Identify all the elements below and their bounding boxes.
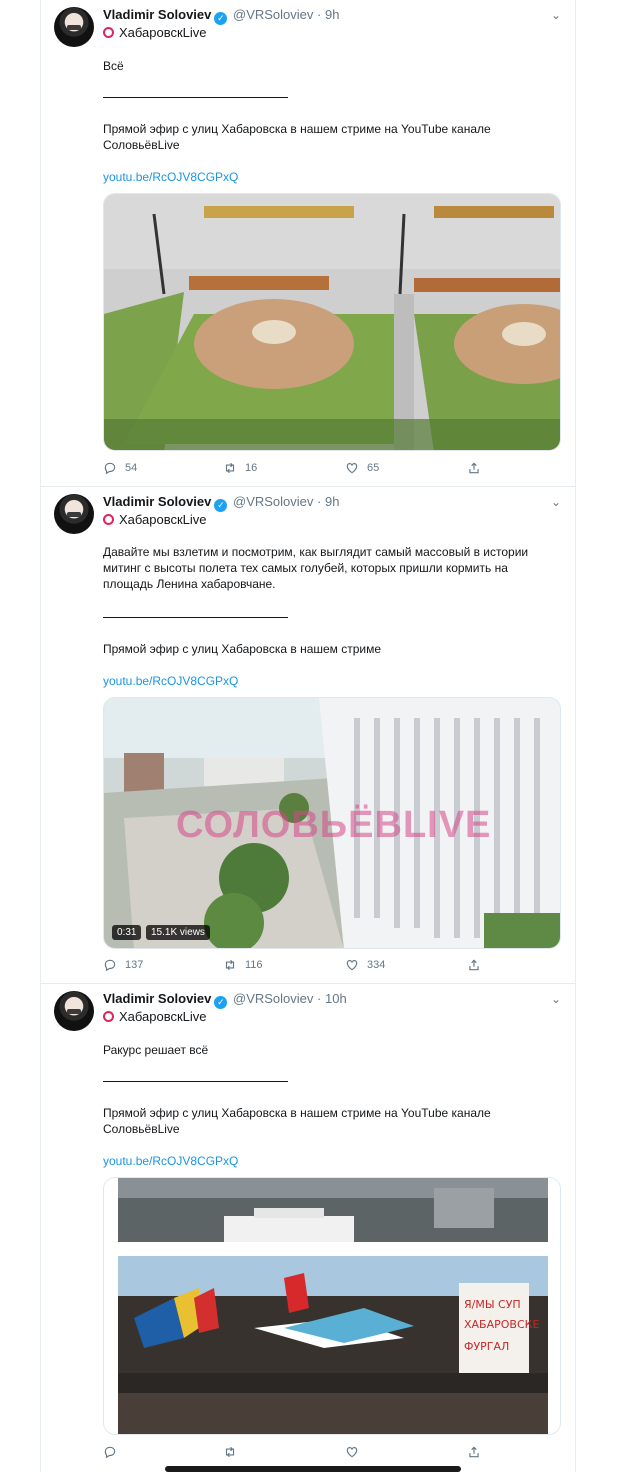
retweet-icon: [225, 462, 235, 474]
like-button[interactable]: 334: [345, 958, 385, 972]
live-ring-icon: [103, 27, 114, 38]
reply-button[interactable]: 54: [103, 461, 137, 475]
subtitle-text: ХабаровскLive: [119, 25, 207, 40]
crowd-photo-collage: Я/МЫ СУП ХАБАРОВСКЕ ФУРГАЛ: [104, 1178, 560, 1434]
verified-badge-icon: ✓: [214, 12, 228, 25]
heart-icon: [346, 463, 358, 474]
svg-text:ХАБАРОВСКЕ: ХАБАРОВСКЕ: [464, 1318, 539, 1331]
square-aerial-image: [104, 194, 560, 450]
tweet-time[interactable]: 10h: [325, 991, 347, 1006]
reply-icon: [104, 462, 116, 475]
retweet-button[interactable]: 16: [223, 461, 257, 475]
tweet-link[interactable]: youtu.be/RcOJV8CGPxQ: [103, 1154, 238, 1168]
tweet-header: Vladimir Soloviev ✓ @VRSoloviev · 10h: [103, 991, 347, 1009]
reply-icon: [104, 1446, 116, 1459]
video-watermark: СОЛОВЬЁВLIVE: [176, 804, 492, 846]
author-handle[interactable]: @VRSoloviev: [233, 991, 313, 1006]
tweet-promo-text: Прямой эфир с улиц Хабаровска в нашем ст…: [103, 122, 491, 152]
like-count: 334: [367, 959, 386, 971]
avatar[interactable]: [54, 7, 94, 47]
avatar[interactable]: [54, 991, 94, 1031]
like-count: 65: [367, 462, 380, 474]
retweet-button[interactable]: [223, 1445, 245, 1459]
tweet-link[interactable]: youtu.be/RcOJV8CGPxQ: [103, 170, 238, 184]
tweet[interactable]: Vladimir Soloviev ✓ @VRSoloviev · 9h ⌄ Ха…: [41, 0, 575, 487]
subtitle-text: ХабаровскLive: [119, 1009, 207, 1024]
verified-badge-icon: ✓: [214, 499, 228, 512]
author-name[interactable]: Vladimir Soloviev: [103, 7, 211, 22]
author-name[interactable]: Vladimir Soloviev: [103, 991, 211, 1006]
chevron-down-icon[interactable]: ⌄: [551, 8, 561, 22]
video-duration: 0:31: [112, 925, 142, 940]
tweet-actions: [103, 1445, 543, 1461]
tweet-time[interactable]: 9h: [325, 494, 339, 509]
tweet-actions: 137 116 334: [103, 958, 543, 974]
tweet-text: Давайте мы взлетим и посмотрим, как выгл…: [103, 545, 529, 591]
subtitle-text: ХабаровскLive: [119, 512, 207, 527]
svg-text:Я/МЫ СУП: Я/МЫ СУП: [464, 1298, 521, 1311]
separator-line: [103, 1081, 288, 1082]
live-ring-icon: [103, 514, 114, 525]
profile-subtitle: ХабаровскLive: [103, 25, 207, 40]
video-views: 15.1K views: [146, 925, 210, 940]
like-button[interactable]: [345, 1445, 367, 1459]
retweet-count: 116: [245, 959, 263, 971]
retweet-button[interactable]: 116: [223, 958, 263, 972]
share-icon: [469, 959, 479, 971]
tweet-feed: Vladimir Soloviev ✓ @VRSoloviev · 9h ⌄ Ха…: [40, 0, 576, 1472]
heart-icon: [346, 960, 358, 971]
reply-count: 54: [125, 462, 138, 474]
reply-button[interactable]: [103, 1445, 125, 1459]
svg-text:ФУРГАЛ: ФУРГАЛ: [464, 1340, 509, 1353]
author-handle[interactable]: @VRSoloviev: [233, 7, 313, 22]
verified-badge-icon: ✓: [214, 996, 228, 1009]
scrollbar-thumb[interactable]: [165, 1466, 461, 1472]
author-handle[interactable]: @VRSoloviev: [233, 494, 313, 509]
tweet-image[interactable]: [103, 193, 561, 451]
live-ring-icon: [103, 1011, 114, 1022]
tweet-text: Ракурс решает всё: [103, 1043, 209, 1057]
heart-icon: [346, 1447, 358, 1458]
separator-line: [103, 617, 288, 618]
author-name[interactable]: Vladimir Soloviev: [103, 494, 211, 509]
retweet-icon: [225, 1446, 235, 1458]
tweet[interactable]: Vladimir Soloviev ✓ @VRSoloviev · 9h ⌄ Ха…: [41, 487, 575, 984]
tweet-header: Vladimir Soloviev ✓ @VRSoloviev · 9h: [103, 494, 340, 512]
avatar[interactable]: [54, 494, 94, 534]
tweet-promo-text: Прямой эфир с улиц Хабаровска в нашем ст…: [103, 1106, 491, 1136]
profile-subtitle: ХабаровскLive: [103, 512, 207, 527]
reply-button[interactable]: 137: [103, 958, 143, 972]
chevron-down-icon[interactable]: ⌄: [551, 992, 561, 1006]
share-icon: [469, 1446, 479, 1458]
tweet-promo-text: Прямой эфир с улиц Хабаровска в нашем ст…: [103, 642, 382, 656]
retweet-count: 16: [245, 462, 258, 474]
share-button[interactable]: [467, 1445, 481, 1459]
tweet-actions: 54 16 65: [103, 461, 543, 477]
tweet-video[interactable]: СОЛОВЬЁВLIVE 0:31 15.1K views: [103, 697, 561, 949]
profile-subtitle: ХабаровскLive: [103, 1009, 207, 1024]
tweet-link[interactable]: youtu.be/RcOJV8CGPxQ: [103, 674, 238, 688]
reply-icon: [104, 959, 116, 972]
share-button[interactable]: [467, 958, 481, 972]
chevron-down-icon[interactable]: ⌄: [551, 495, 561, 509]
retweet-icon: [225, 959, 235, 971]
share-button[interactable]: [467, 461, 481, 475]
reply-count: 137: [125, 959, 144, 971]
share-icon: [469, 462, 479, 474]
separator-line: [103, 97, 288, 98]
like-button[interactable]: 65: [345, 461, 379, 475]
tweet[interactable]: Vladimir Soloviev ✓ @VRSoloviev · 10h ⌄ Х…: [41, 984, 575, 1472]
tweet-time[interactable]: 9h: [325, 7, 339, 22]
tweet-image[interactable]: Я/МЫ СУП ХАБАРОВСКЕ ФУРГАЛ: [103, 1177, 561, 1435]
tweet-header: Vladimir Soloviev ✓ @VRSoloviev · 9h: [103, 7, 340, 25]
tweet-text: Всё: [103, 59, 124, 73]
